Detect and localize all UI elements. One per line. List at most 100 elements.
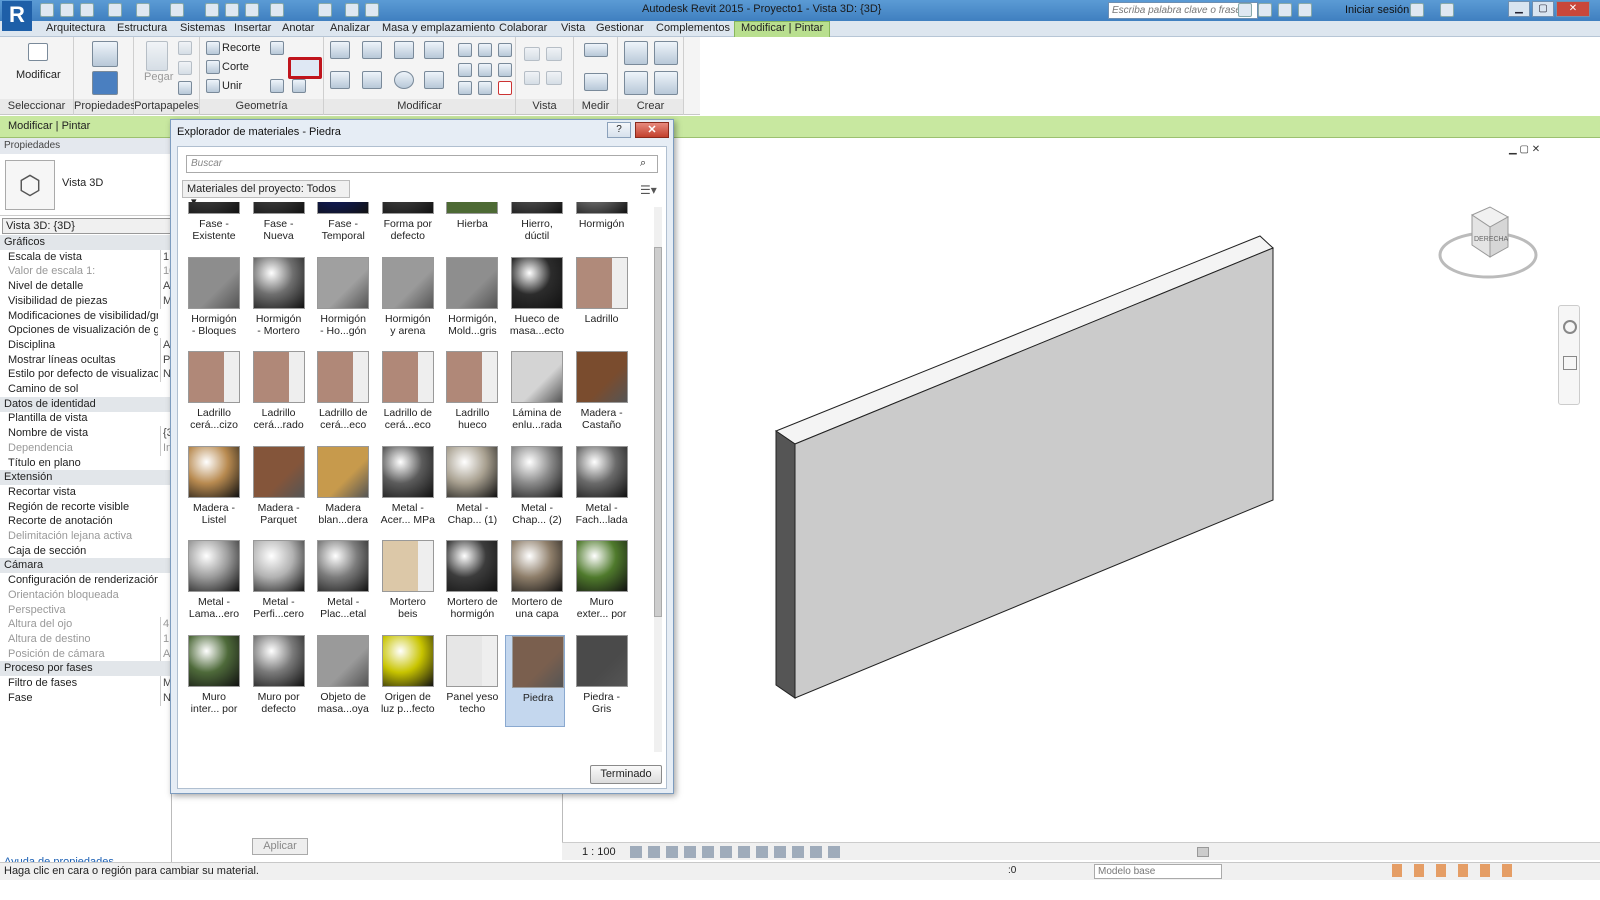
material-tile[interactable]: Muro exter... por bbox=[570, 540, 630, 632]
material-tile[interactable]: Objeto de masa...oya bbox=[311, 635, 371, 727]
switch-windows-icon[interactable] bbox=[365, 3, 379, 17]
copy-element-icon[interactable] bbox=[362, 71, 382, 89]
offset-icon[interactable] bbox=[362, 41, 382, 59]
material-tile[interactable]: Metal - Chap... (2) bbox=[505, 445, 565, 538]
material-tile[interactable]: Hormigón - Ho...gón bbox=[311, 256, 371, 349]
tag-icon[interactable] bbox=[225, 3, 239, 17]
material-tile[interactable]: Hormigón - Bloques bbox=[182, 256, 242, 349]
property-row[interactable]: Altura del ojo4.8 bbox=[2, 617, 172, 633]
paste-icon[interactable] bbox=[146, 41, 168, 71]
property-row[interactable]: Escala de vista 1: bbox=[2, 249, 172, 265]
cope-icon[interactable] bbox=[206, 41, 220, 55]
exchange-icon[interactable] bbox=[1410, 3, 1424, 17]
linework-icon[interactable] bbox=[524, 71, 540, 85]
tab-insertar[interactable]: Insertar bbox=[234, 22, 271, 34]
property-row[interactable]: Nombre de vista{3D bbox=[2, 426, 172, 442]
done-button[interactable]: Terminado bbox=[590, 765, 662, 784]
override-graphics-icon[interactable] bbox=[524, 47, 540, 61]
property-group[interactable]: Gráficos bbox=[0, 235, 172, 250]
material-tile[interactable]: Hierro, dúctil bbox=[505, 202, 565, 254]
paint-tool-icon[interactable] bbox=[288, 57, 322, 79]
property-row[interactable]: Modificaciones de visibilidad/gr... bbox=[2, 309, 172, 324]
property-group[interactable]: Cámara bbox=[0, 558, 172, 574]
material-tile[interactable]: Madera - Listel bbox=[182, 445, 242, 538]
extend-icon[interactable] bbox=[478, 81, 492, 95]
selection-filter-icons[interactable] bbox=[1392, 864, 1512, 877]
undo-icon[interactable] bbox=[108, 3, 122, 17]
tab-masa[interactable]: Masa y emplazamiento bbox=[382, 22, 495, 34]
dialog-close-button[interactable]: ✕ bbox=[635, 122, 669, 138]
property-group[interactable]: Datos de identidad bbox=[0, 396, 172, 412]
join-icon[interactable] bbox=[206, 79, 220, 93]
create-assembly-icon[interactable] bbox=[624, 41, 648, 65]
hide-icon[interactable] bbox=[546, 47, 562, 61]
tab-arquitectura[interactable]: Arquitectura bbox=[46, 22, 105, 34]
property-row[interactable]: Estilo por defecto de visualizaci...Ni bbox=[2, 367, 172, 383]
material-tile[interactable]: Metal - Chap... (1) bbox=[440, 445, 500, 538]
material-tile[interactable]: Hueco de masa...ecto bbox=[505, 256, 565, 349]
material-tile[interactable]: Ladrillo cerá...cizo bbox=[182, 351, 242, 443]
material-tile[interactable]: Hormigón bbox=[570, 202, 630, 254]
split-face-icon[interactable] bbox=[270, 79, 284, 93]
redo-icon[interactable] bbox=[136, 3, 150, 17]
close-hidden-icon[interactable] bbox=[345, 3, 359, 17]
rotate-icon[interactable] bbox=[394, 71, 414, 89]
favorites-star-icon[interactable] bbox=[1298, 3, 1312, 17]
list-view-icon[interactable]: ☰▾ bbox=[640, 183, 657, 197]
tab-anotar[interactable]: Anotar bbox=[282, 22, 314, 34]
viewcube[interactable]: DERECHA bbox=[1438, 205, 1558, 290]
material-tile[interactable]: Forma por defecto bbox=[376, 202, 436, 254]
tab-sistemas[interactable]: Sistemas bbox=[180, 22, 225, 34]
maximize-button[interactable]: ▢ bbox=[1532, 1, 1554, 17]
property-row[interactable]: Nivel de detalleAlt bbox=[2, 279, 172, 295]
property-row[interactable]: Título en plano bbox=[2, 456, 172, 471]
property-row[interactable]: Configuración de renderización bbox=[2, 573, 172, 588]
help-icon[interactable] bbox=[1440, 3, 1454, 17]
property-group[interactable]: Extensión bbox=[0, 470, 172, 486]
property-row[interactable]: Caja de sección bbox=[2, 544, 172, 559]
material-tile[interactable]: Fase - Temporal bbox=[311, 202, 371, 254]
sync-icon[interactable] bbox=[80, 3, 94, 17]
tab-estructura[interactable]: Estructura bbox=[117, 22, 167, 34]
signin-link[interactable]: Iniciar sesión bbox=[1345, 4, 1409, 16]
create-similar-icon[interactable] bbox=[654, 71, 678, 95]
property-row[interactable]: Altura de destino1.5 bbox=[2, 631, 172, 647]
property-row[interactable]: Recorte de anotación bbox=[2, 514, 172, 529]
scale-icon[interactable] bbox=[478, 63, 492, 77]
cut-geometry-button[interactable]: Recorte bbox=[222, 42, 261, 54]
cut-icon[interactable] bbox=[178, 41, 192, 55]
property-row[interactable]: Filtro de fasesMo bbox=[2, 676, 172, 691]
measure-icon[interactable] bbox=[170, 3, 184, 17]
minimize-button[interactable]: ▁ bbox=[1508, 1, 1530, 17]
material-tile[interactable]: Fase - Nueva bbox=[247, 202, 307, 254]
move-icon[interactable] bbox=[330, 71, 350, 89]
cut-icon[interactable] bbox=[206, 60, 220, 74]
material-filter-dropdown[interactable]: Materiales del proyecto: Todos ▾ bbox=[182, 180, 350, 208]
view-control-icons[interactable] bbox=[630, 846, 840, 858]
material-tile[interactable]: Lámina de enlu...rada bbox=[505, 351, 565, 443]
material-tile[interactable]: Ladrillo bbox=[570, 256, 630, 349]
wall-joins-icon[interactable] bbox=[270, 41, 284, 55]
unpin-icon[interactable] bbox=[498, 43, 512, 57]
properties-icon[interactable] bbox=[92, 71, 118, 95]
property-row[interactable]: Visibilidad de piezasMo bbox=[2, 293, 172, 309]
property-group[interactable]: Proceso por fases bbox=[0, 661, 172, 677]
default-3d-view-icon[interactable] bbox=[270, 3, 284, 17]
property-row[interactable]: Plantilla de vista bbox=[2, 411, 172, 426]
measure-icon[interactable] bbox=[584, 43, 608, 57]
material-tile[interactable]: Ladrillo de cerá...eco bbox=[376, 351, 436, 443]
material-tile[interactable]: Metal - Acer... MPa bbox=[376, 445, 436, 538]
material-tile[interactable]: Piedra bbox=[505, 635, 565, 727]
binoculars-icon[interactable] bbox=[1238, 3, 1252, 17]
material-tile[interactable]: Madera blan...dera bbox=[311, 445, 371, 538]
modify-button[interactable]: Modificar bbox=[16, 69, 61, 81]
material-tile[interactable]: Hierba bbox=[440, 202, 500, 254]
property-row[interactable]: Camino de sol bbox=[2, 382, 172, 397]
array-icon[interactable] bbox=[458, 63, 472, 77]
mirror-draw-icon[interactable] bbox=[424, 41, 444, 59]
create-group-icon[interactable] bbox=[654, 41, 678, 65]
material-tile[interactable]: Mortero de una capa bbox=[505, 540, 565, 632]
property-row[interactable]: Valor de escala 1:10 bbox=[2, 264, 172, 280]
create-parts-icon[interactable] bbox=[624, 71, 648, 95]
join-button[interactable]: Unir bbox=[222, 80, 242, 92]
